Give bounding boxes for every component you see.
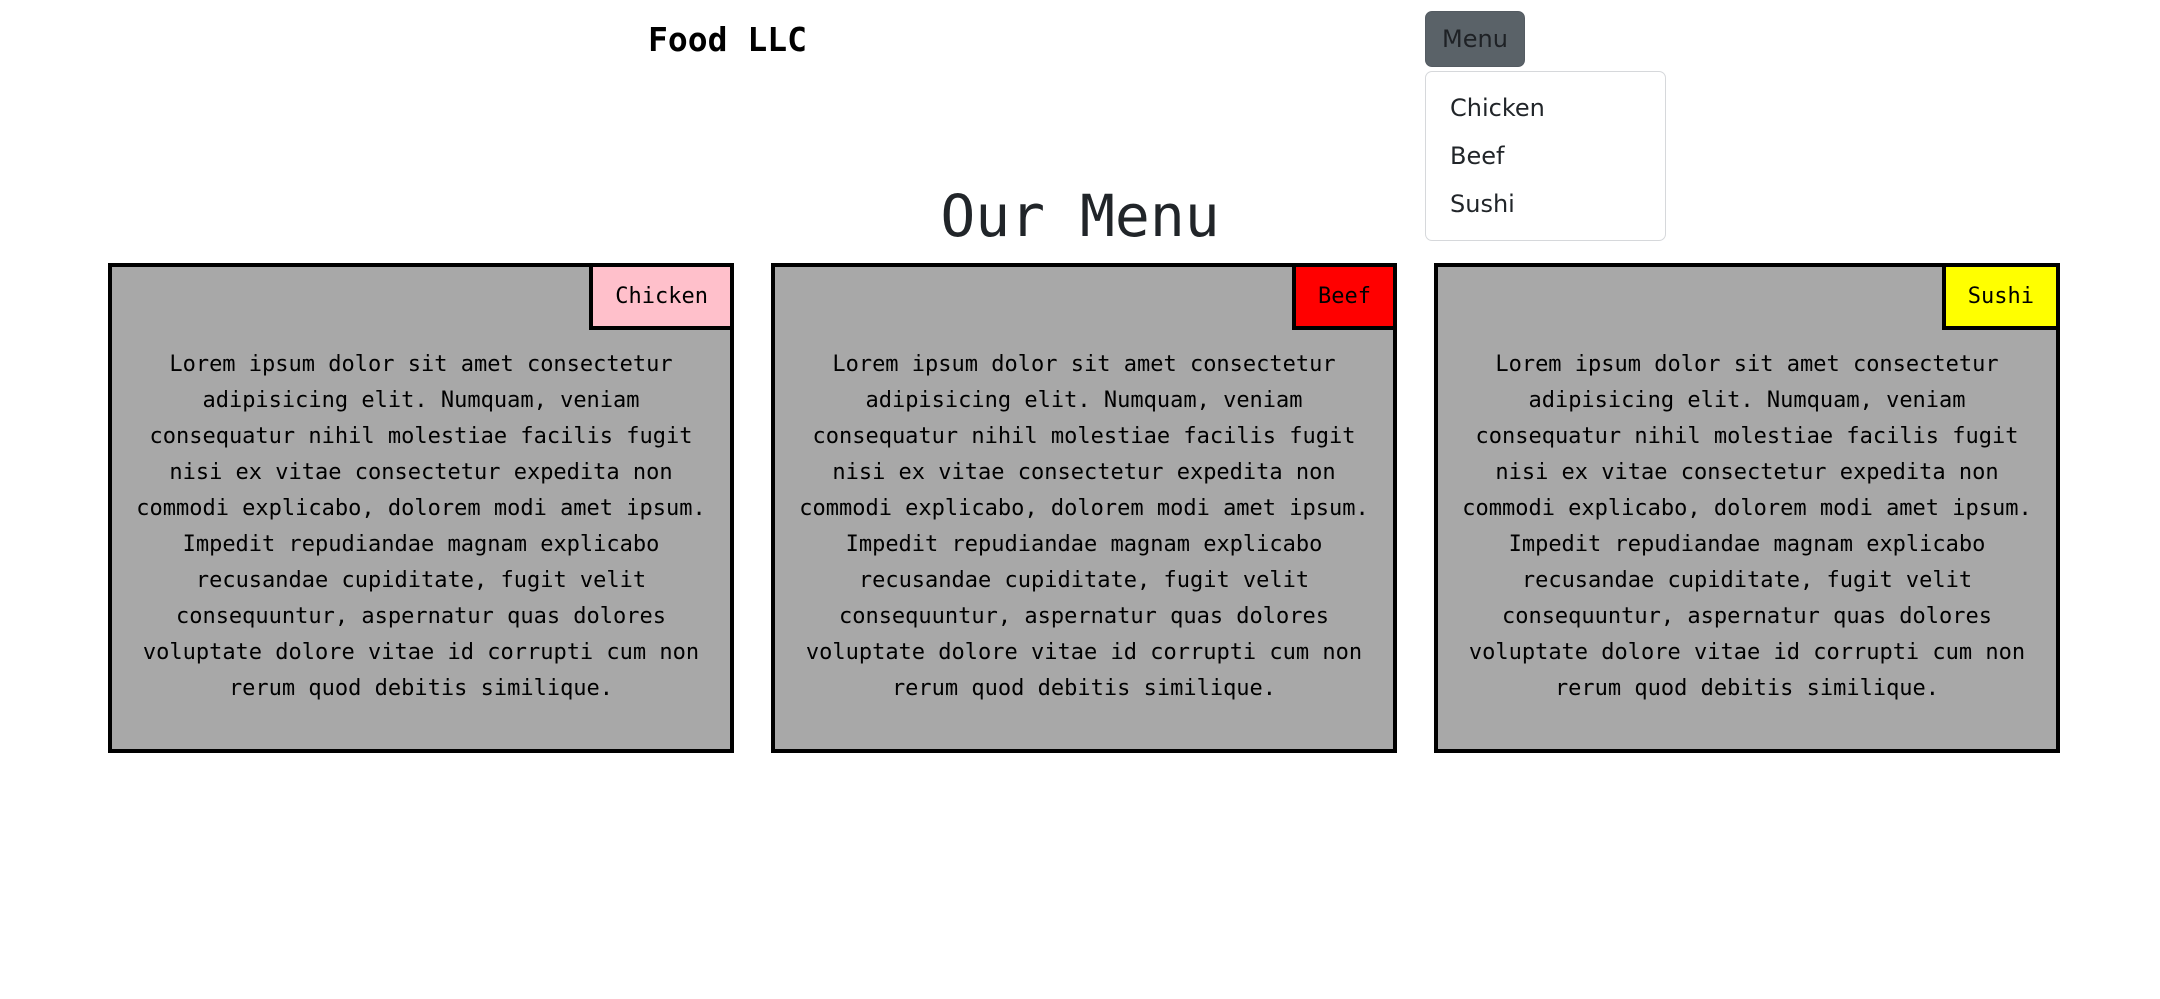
dropdown-item-chicken[interactable]: Chicken bbox=[1426, 84, 1665, 132]
card-description: Lorem ipsum dolor sit amet consectetur a… bbox=[136, 352, 706, 701]
card-tag-sushi: Sushi bbox=[1941, 263, 2060, 330]
page-title: Our Menu bbox=[940, 182, 1220, 250]
menu-card-chicken: Chicken Lorem ipsum dolor sit amet conse… bbox=[108, 263, 734, 753]
menu-dropdown-button[interactable]: Menu bbox=[1425, 11, 1525, 67]
card-tag-chicken: Chicken bbox=[589, 263, 734, 330]
brand-logo-text[interactable]: Food LLC bbox=[648, 16, 807, 64]
menu-card-sushi: Sushi Lorem ipsum dolor sit amet consect… bbox=[1434, 263, 2060, 753]
card-tag-beef: Beef bbox=[1292, 263, 1397, 330]
card-description: Lorem ipsum dolor sit amet consectetur a… bbox=[1462, 352, 2032, 701]
dropdown-item-beef[interactable]: Beef bbox=[1426, 132, 1665, 180]
card-description: Lorem ipsum dolor sit amet consectetur a… bbox=[799, 352, 1369, 701]
menu-card-beef: Beef Lorem ipsum dolor sit amet consecte… bbox=[771, 263, 1397, 753]
